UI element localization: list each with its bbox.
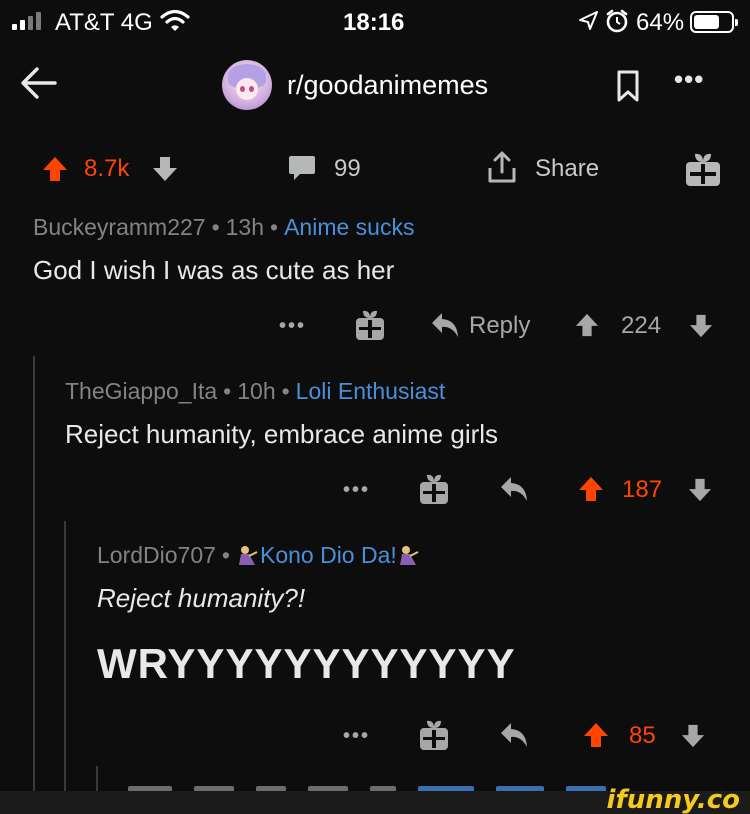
share-icon[interactable] xyxy=(486,150,518,184)
comment-1-actions: ••• Reply 224 xyxy=(0,309,750,349)
upvote-icon[interactable] xyxy=(575,312,599,338)
wifi-icon xyxy=(160,9,190,31)
signal-strength-icon xyxy=(12,12,41,30)
ifunny-logo: ifunny.co xyxy=(606,785,740,814)
reply-icon[interactable] xyxy=(430,311,460,339)
award-icon[interactable] xyxy=(419,473,449,505)
carrier-label: AT&T 4G xyxy=(55,9,153,36)
comment-2-actions: ••• 187 xyxy=(0,473,750,513)
battery-icon xyxy=(690,11,738,33)
comment-meta: TheGiappo_Ita • 10h • Loli Enthusiast xyxy=(65,378,446,404)
status-bar: AT&T 4G 18:16 64% xyxy=(0,0,750,44)
comment-3-actions: ••• 85 xyxy=(0,719,750,759)
comment-body-shout: WRYYYYYYYYYYYY xyxy=(97,640,516,687)
comment-meta: Buckeyramm227 • 13h • Anime sucks xyxy=(33,214,415,240)
clock: 18:16 xyxy=(343,9,405,36)
post-action-bar: 8.7k 99 Share xyxy=(0,146,750,192)
location-icon xyxy=(579,11,598,30)
nav-bar: r/goodanimemes ••• xyxy=(0,44,750,124)
post-score: 8.7k xyxy=(84,155,130,182)
watermark-bar: ifunny.co xyxy=(0,785,750,814)
user-flair: Anime sucks xyxy=(284,214,415,240)
reply-icon[interactable] xyxy=(499,475,529,503)
subreddit-title[interactable]: r/goodanimemes xyxy=(287,70,488,101)
more-options-icon[interactable]: ••• xyxy=(343,725,370,748)
more-options-icon[interactable]: ••• xyxy=(279,315,306,338)
back-arrow-icon[interactable] xyxy=(20,66,58,100)
reply-icon[interactable] xyxy=(499,721,529,749)
user-flair: Kono Dio Da! xyxy=(259,542,397,568)
alarm-icon xyxy=(606,9,628,33)
flair-emoji-icon xyxy=(238,546,258,565)
reply-button[interactable]: Reply xyxy=(469,312,530,340)
comment-age: 10h xyxy=(237,378,276,404)
comment-count: 99 xyxy=(334,155,361,182)
comment-body: Reject humanity, embrace anime girls xyxy=(65,419,499,449)
downvote-icon[interactable] xyxy=(688,477,712,503)
more-options-icon[interactable]: ••• xyxy=(674,64,704,95)
comment-body: Reject humanity?! xyxy=(97,583,306,613)
more-options-icon[interactable]: ••• xyxy=(343,479,370,502)
user-flair: Loli Enthusiast xyxy=(295,378,446,404)
battery-percent: 64% xyxy=(636,9,685,36)
comment-score: 187 xyxy=(622,476,663,503)
award-icon[interactable] xyxy=(684,150,722,188)
comment-score: 224 xyxy=(621,312,662,339)
comment-score: 85 xyxy=(629,722,656,749)
comment-icon[interactable] xyxy=(288,154,316,182)
comment-author[interactable]: LordDio707 xyxy=(97,542,216,568)
upvote-icon[interactable] xyxy=(578,475,604,503)
comment-3: LordDio707 • Kono Dio Da! Reject humanity?… xyxy=(97,542,516,688)
upvote-icon[interactable] xyxy=(583,721,609,749)
upvote-icon[interactable] xyxy=(42,156,68,182)
comment-meta: LordDio707 • Kono Dio Da! xyxy=(97,542,516,569)
share-button[interactable]: Share xyxy=(535,155,599,183)
thread-line[interactable] xyxy=(96,766,98,791)
comment-2: TheGiappo_Ita • 10h • Loli Enthusiast Reject… xyxy=(65,378,498,450)
award-icon[interactable] xyxy=(355,309,385,341)
award-icon[interactable] xyxy=(419,719,449,751)
comment-1: Buckeyramm227 • 13h • Anime sucks God I wish… xyxy=(33,214,414,286)
subreddit-avatar[interactable] xyxy=(222,60,272,110)
downvote-icon[interactable] xyxy=(152,156,178,182)
downvote-icon[interactable] xyxy=(681,723,705,749)
downvote-icon[interactable] xyxy=(689,313,713,339)
comment-age: 13h xyxy=(225,214,265,240)
flair-emoji-icon xyxy=(399,546,419,565)
comment-author[interactable]: Buckeyramm227 xyxy=(33,214,206,240)
comment-body: God I wish I was as cute as her xyxy=(33,255,395,285)
bookmark-icon[interactable] xyxy=(614,70,642,102)
comment-author[interactable]: TheGiappo_Ita xyxy=(65,378,217,404)
